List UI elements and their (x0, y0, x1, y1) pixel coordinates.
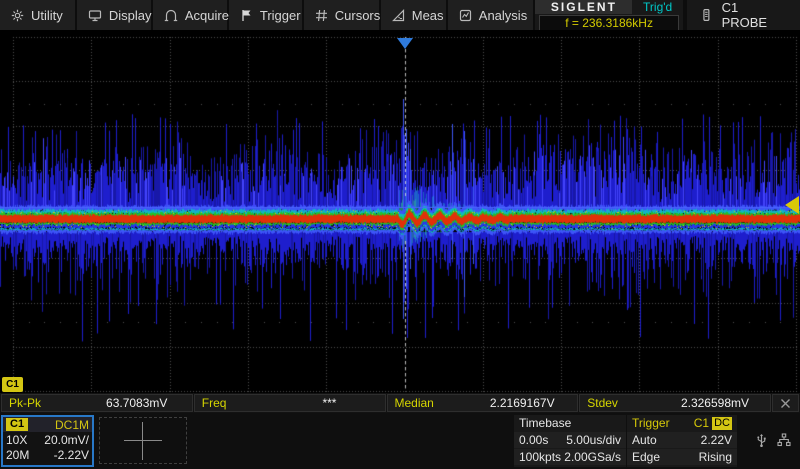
menu-utility-label: Utility (31, 8, 63, 23)
timebase-title: Timebase (519, 416, 571, 430)
measurement-value: 2.2169167V (467, 396, 577, 410)
meas-icon (392, 9, 405, 22)
menu-display[interactable]: Display (77, 0, 153, 30)
measurement-pkpk[interactable]: Pk-Pk 63.7083mV (1, 394, 193, 412)
trigger-source: C1 (694, 416, 709, 430)
measurement-label: Median (388, 396, 468, 410)
measurement-bar: Pk-Pk 63.7083mV Freq *** Median 2.216916… (0, 393, 800, 413)
trigger-title: Trigger (632, 416, 670, 430)
channel-bandwidth: 20M (6, 448, 29, 462)
trigger-slope: Rising (699, 450, 732, 464)
timebase-panel[interactable]: Timebase 0.00s 5.00us/div 100kpts 2.00GS… (514, 415, 626, 467)
menu-trigger[interactable]: Trigger (229, 0, 304, 30)
menu-cursors[interactable]: Cursors (304, 0, 381, 30)
probe-menu[interactable]: C1 PROBE (685, 0, 800, 30)
brand-logo: SIGLENT (535, 0, 632, 14)
channel-offset: -2.22V (54, 448, 89, 462)
brand-status-block: SIGLENT Trig'd f = 236.3186kHz (535, 0, 684, 30)
timebase-points: 100kpts (519, 450, 561, 464)
crosshair-icon (124, 422, 162, 460)
timebase-samplerate: 2.00GSa/s (564, 450, 621, 464)
empty-channel-slot[interactable] (99, 417, 187, 464)
measurement-close-button[interactable] (772, 394, 799, 412)
status-bar: C1 DC1M 10X 20.0mV/ 20M -2.22V Timebase … (0, 413, 800, 469)
cursors-icon (315, 9, 328, 22)
trigger-mode: Auto (632, 433, 657, 447)
probe-icon (701, 8, 712, 22)
channel-scale: 20.0mV/ (44, 433, 89, 447)
trigger-panel[interactable]: Trigger C1 DC Auto 2.22V Edge Rising (627, 415, 737, 467)
measurement-median[interactable]: Median 2.2169167V (387, 394, 579, 412)
measurement-value: 2.326598mV (660, 396, 770, 410)
menu-cursors-label: Cursors (335, 8, 381, 23)
timebase-delay: 0.00s (519, 433, 548, 447)
measurement-stdev[interactable]: Stdev 2.326598mV (579, 394, 771, 412)
channel-offset-marker[interactable]: C1 (2, 377, 23, 392)
acquire-icon (164, 9, 178, 22)
menu-meas-label: Meas (412, 8, 444, 23)
measurement-value: *** (274, 396, 384, 410)
menu-display-label: Display (109, 8, 152, 23)
channel-coupling: DC1M (55, 418, 89, 432)
timebase-scale: 5.00us/div (566, 433, 621, 447)
menu-utility[interactable]: Utility (0, 0, 77, 30)
menu-analysis-label: Analysis (479, 8, 527, 23)
menu-bar: Utility Display Acquire Trigger (0, 0, 800, 30)
display-icon (88, 9, 102, 22)
lan-icon (777, 433, 791, 447)
usb-icon (755, 433, 768, 448)
measurement-freq[interactable]: Freq *** (194, 394, 386, 412)
menu-analysis[interactable]: Analysis (448, 0, 536, 30)
trigger-type: Edge (632, 450, 660, 464)
oscilloscope-screen: Utility Display Acquire Trigger (0, 0, 800, 469)
measurement-label: Stdev (580, 396, 660, 410)
measurement-label: Pk-Pk (2, 396, 82, 410)
gear-icon (11, 9, 24, 22)
frequency-readout: f = 236.3186kHz (539, 15, 678, 31)
menu-trigger-label: Trigger (260, 8, 301, 23)
menu-acquire-label: Acquire (185, 8, 229, 23)
menu-meas[interactable]: Meas (381, 0, 448, 30)
measurement-value: 63.7083mV (82, 396, 192, 410)
trigger-level-marker[interactable] (785, 196, 799, 214)
close-icon (780, 398, 791, 409)
probe-label: C1 PROBE (722, 0, 786, 30)
trigger-position-marker[interactable] (397, 38, 413, 49)
waveform-canvas[interactable] (0, 30, 800, 393)
trigger-coupling-badge: DC (712, 417, 732, 430)
analysis-icon (459, 9, 472, 22)
menu-acquire[interactable]: Acquire (153, 0, 229, 30)
trigger-status: Trig'd (632, 0, 682, 14)
channel-attenuation: 10X (6, 433, 27, 447)
channel-name-badge: C1 (6, 418, 28, 431)
trigger-level: 2.22V (701, 433, 732, 447)
channel-descriptor[interactable]: C1 DC1M 10X 20.0mV/ 20M -2.22V (1, 415, 94, 467)
trigger-flag-icon (240, 9, 253, 22)
measurement-label: Freq (195, 396, 275, 410)
